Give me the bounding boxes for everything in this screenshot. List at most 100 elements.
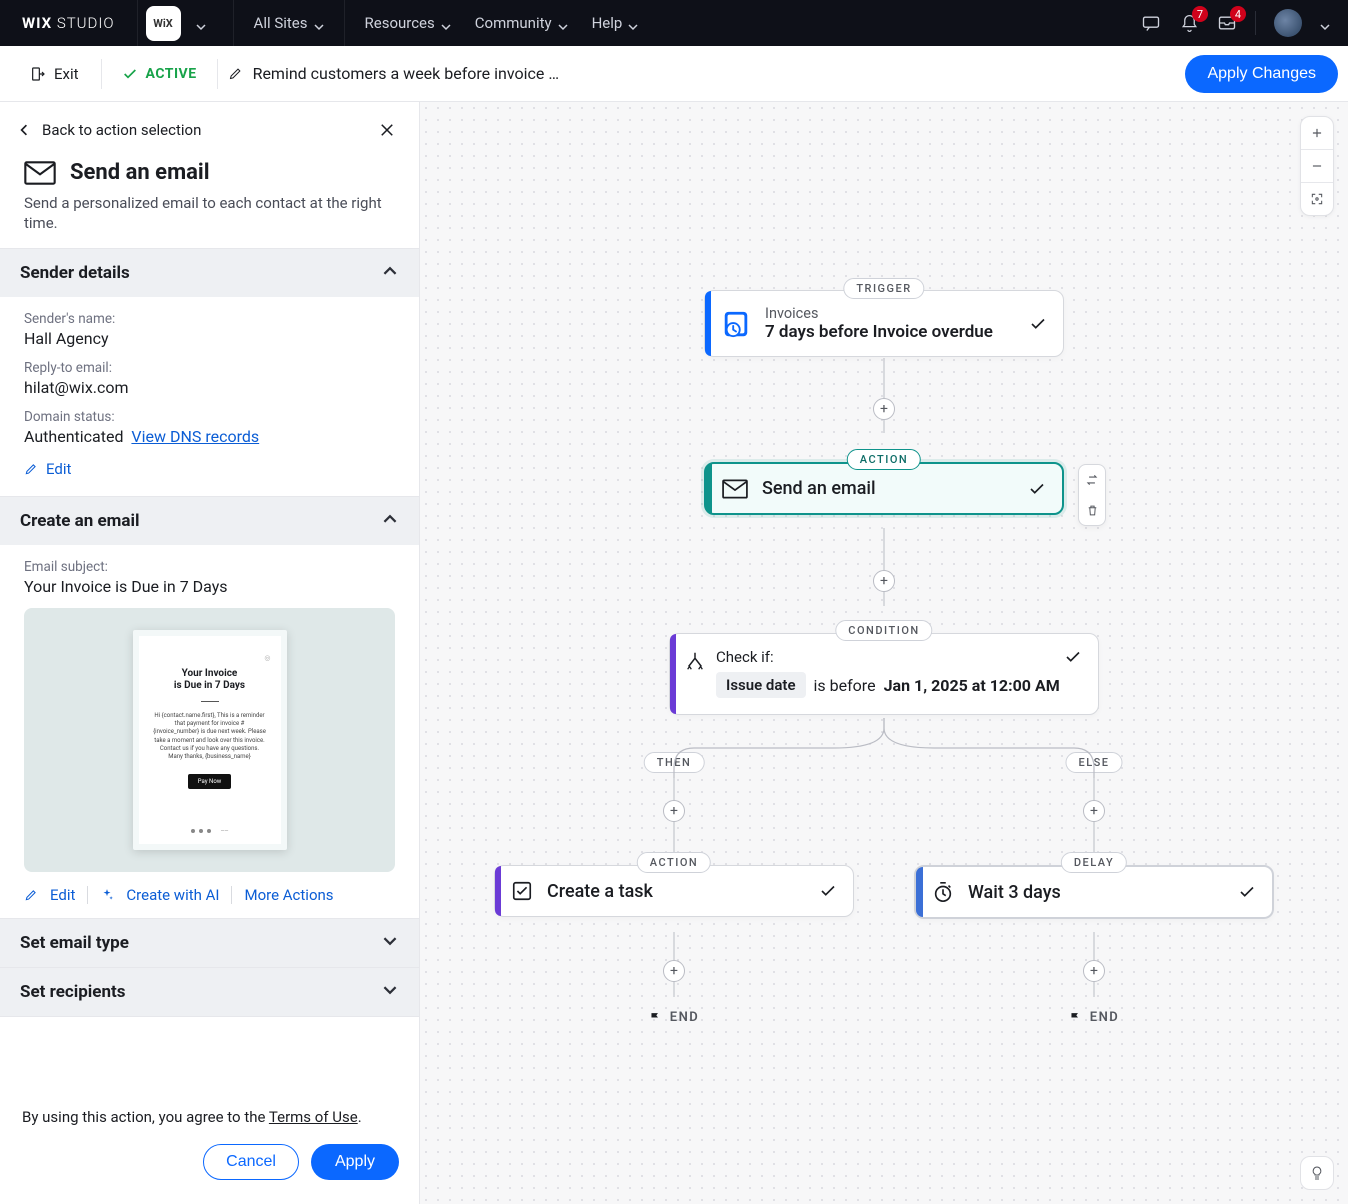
email-preview[interactable]: ◎ Your Invoiceis Due in 7 Days Hi {conta…: [24, 608, 395, 872]
create-with-ai-link[interactable]: Create with AI: [126, 886, 219, 904]
check-icon: [1028, 480, 1046, 498]
cancel-button[interactable]: Cancel: [203, 1144, 299, 1180]
status-active: ACTIVE: [112, 66, 207, 82]
site-switcher-chip[interactable]: WiX: [146, 6, 181, 41]
inbox-icon[interactable]: 4: [1217, 13, 1237, 33]
stopwatch-icon: [932, 881, 954, 903]
condition-op: is before: [814, 676, 876, 695]
add-step-button[interactable]: +: [873, 570, 895, 592]
pill-delay: DELAY: [1061, 852, 1127, 873]
email-subject-value: Your Invoice is Due in 7 Days: [24, 577, 395, 596]
notifications-icon[interactable]: 7: [1179, 13, 1199, 33]
node-trigger[interactable]: Invoices 7 days before Invoice overdue: [704, 290, 1064, 357]
avatar[interactable]: [1274, 9, 1302, 37]
mail-icon: [722, 479, 748, 499]
accordion-email-type[interactable]: Set email type: [0, 918, 419, 967]
chevron-up-icon: [383, 263, 399, 283]
edit-sender-link[interactable]: Edit: [46, 460, 71, 478]
action-email-label: Send an email: [762, 478, 876, 499]
nav-community[interactable]: Community: [463, 14, 580, 32]
pill-trigger: TRIGGER: [843, 278, 924, 299]
panel-description: Send a personalized email to each contac…: [0, 191, 419, 248]
trigger-category: Invoices: [765, 305, 993, 322]
nav-help[interactable]: Help: [580, 14, 651, 32]
domain-status-label: Domain status:: [24, 409, 395, 425]
sender-name-value: Hall Agency: [24, 329, 395, 348]
branch-icon: [684, 650, 706, 672]
add-step-button[interactable]: +: [873, 398, 895, 420]
panel-title: Send an email: [70, 160, 210, 185]
apply-changes-button[interactable]: Apply Changes: [1185, 55, 1338, 93]
accordion-recipients[interactable]: Set recipients: [0, 967, 419, 1017]
apply-button[interactable]: Apply: [311, 1144, 399, 1180]
pill-action: ACTION: [637, 852, 711, 873]
more-actions-link[interactable]: More Actions: [244, 886, 333, 904]
chevron-left-icon[interactable]: [18, 124, 32, 136]
side-panel: Back to action selection Send an email S…: [0, 102, 420, 1204]
reply-email-label: Reply-to email:: [24, 360, 395, 376]
add-step-button[interactable]: +: [663, 960, 685, 982]
add-step-button[interactable]: +: [1083, 800, 1105, 822]
view-dns-link[interactable]: View DNS records: [131, 427, 259, 446]
back-link[interactable]: Back to action selection: [42, 121, 201, 139]
zoom-out-button[interactable]: [1301, 150, 1333, 182]
notifications-count: 7: [1192, 6, 1208, 22]
trash-icon[interactable]: [1079, 495, 1105, 525]
pill-action: ACTION: [847, 449, 921, 470]
task-label: Create a task: [547, 881, 653, 902]
edit-email-link[interactable]: Edit: [50, 886, 75, 904]
condition-checkif-label: Check if:: [716, 648, 1082, 666]
add-step-button[interactable]: +: [663, 800, 685, 822]
flow-canvas[interactable]: TRIGGER Invoices 7 days before Invoice o…: [420, 102, 1348, 1204]
preview-body-text: Hi {contact.name.first}, This is a remin…: [149, 712, 271, 762]
flag-icon: [1069, 1011, 1082, 1024]
terms-text: By using this action, you agree to the T…: [22, 1108, 399, 1126]
action-bar: Exit ACTIVE Remind customers a week befo…: [0, 46, 1348, 102]
end-marker: END: [649, 1010, 700, 1025]
pill-condition: CONDITION: [835, 620, 932, 641]
email-subject-label: Email subject:: [24, 559, 395, 575]
accordion-sender-details[interactable]: Sender details: [0, 248, 419, 297]
zoom-controls: [1300, 116, 1334, 216]
add-step-button[interactable]: +: [1083, 960, 1105, 982]
node-delay[interactable]: Wait 3 days: [914, 865, 1274, 919]
nav-all-sites[interactable]: All Sites: [242, 14, 336, 32]
close-panel-button[interactable]: [373, 116, 401, 144]
domain-status-value: Authenticated: [24, 427, 123, 446]
sender-name-label: Sender's name:: [24, 311, 395, 327]
swap-icon[interactable]: [1079, 465, 1105, 495]
node-condition[interactable]: Check if: Issue date is before Jan 1, 20…: [669, 633, 1099, 715]
exit-button[interactable]: Exit: [18, 59, 91, 89]
automation-title[interactable]: Remind customers a week before invoice …: [228, 64, 559, 83]
condition-value: Jan 1, 2025 at 12:00 AM: [884, 676, 1060, 695]
checkbox-icon: [511, 880, 533, 902]
pencil-icon: [228, 66, 243, 81]
wix-studio-logo: WIX STUDIO: [22, 14, 115, 32]
zoom-fit-button[interactable]: [1301, 183, 1333, 215]
delay-label: Wait 3 days: [968, 882, 1061, 903]
chevron-down-icon: [383, 982, 399, 1002]
tips-button[interactable]: [1300, 1156, 1334, 1190]
terms-link[interactable]: Terms of Use: [269, 1108, 358, 1126]
check-icon: [1029, 315, 1047, 333]
account-menu-icon[interactable]: [1320, 18, 1330, 28]
accordion-create-email[interactable]: Create an email: [0, 496, 419, 545]
chat-icon[interactable]: [1141, 13, 1161, 33]
pencil-icon: [24, 888, 38, 902]
trigger-text: 7 days before Invoice overdue: [765, 322, 993, 342]
end-marker: END: [1069, 1010, 1120, 1025]
check-icon: [1238, 883, 1256, 901]
mail-icon: [24, 161, 56, 185]
check-icon: [1064, 648, 1082, 666]
chevron-down-icon: [383, 933, 399, 953]
chevron-up-icon: [383, 511, 399, 531]
flag-icon: [649, 1011, 662, 1024]
nav-resources[interactable]: Resources: [353, 14, 463, 32]
sparkle-icon: [100, 888, 114, 902]
check-icon: [819, 882, 837, 900]
site-switcher-dropdown[interactable]: [187, 18, 215, 28]
pencil-icon: [24, 462, 38, 476]
zoom-in-button[interactable]: [1301, 117, 1333, 149]
check-icon: [122, 66, 138, 82]
condition-field-chip[interactable]: Issue date: [716, 672, 806, 698]
